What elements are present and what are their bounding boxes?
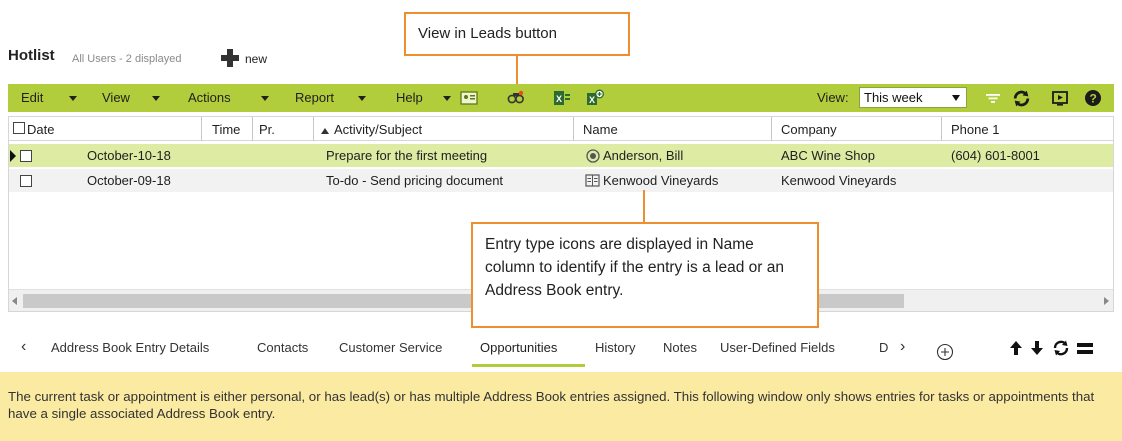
- arrow-down-icon[interactable]: [1029, 339, 1045, 357]
- menu-report[interactable]: Report: [295, 90, 334, 105]
- lead-icon: [586, 149, 600, 163]
- chevron-left-icon[interactable]: ‹: [21, 338, 26, 356]
- sort-ascending-icon: [321, 128, 329, 134]
- scroll-left-icon[interactable]: [12, 297, 17, 305]
- chevron-down-icon[interactable]: [443, 96, 451, 101]
- entry-type-callout: Entry type icons are displayed in Name c…: [471, 222, 819, 328]
- scroll-right-icon[interactable]: [1104, 297, 1109, 305]
- view-in-leads-callout: View in Leads button: [404, 12, 630, 56]
- column-phone-1[interactable]: Phone 1: [951, 117, 999, 141]
- tab-history[interactable]: History: [595, 340, 635, 355]
- view-label: View:: [817, 90, 849, 105]
- column-time[interactable]: Time: [212, 117, 240, 141]
- svg-text:X: X: [589, 95, 595, 105]
- column-separator[interactable]: [252, 117, 253, 141]
- column-company[interactable]: Company: [781, 117, 837, 141]
- cell-name: Kenwood Vineyards: [603, 173, 719, 188]
- column-separator[interactable]: [313, 117, 314, 141]
- chevron-down-icon: [952, 95, 960, 101]
- chevron-right-icon[interactable]: ›: [900, 338, 905, 356]
- cell-phone: (604) 601-8001: [951, 148, 1040, 163]
- info-message-panel: The current task or appointment is eithe…: [0, 372, 1122, 441]
- toolbar: Edit View Actions Report Help X X View: …: [8, 84, 1114, 112]
- menu-actions[interactable]: Actions: [188, 90, 231, 105]
- view-period-select[interactable]: This week: [859, 87, 967, 108]
- menu-view[interactable]: View: [102, 90, 130, 105]
- svg-text:?: ?: [1090, 92, 1097, 106]
- page-title: Hotlist: [8, 47, 55, 64]
- cell-subject: Prepare for the first meeting: [326, 148, 488, 163]
- menu-help[interactable]: Help: [396, 90, 423, 105]
- tab-notes[interactable]: Notes: [663, 340, 697, 355]
- tab-address-book-entry-details[interactable]: Address Book Entry Details: [51, 340, 209, 355]
- svg-text:X: X: [556, 94, 562, 104]
- cell-date: October-09-18: [87, 173, 171, 188]
- table-row[interactable]: October-10-18 Prepare for the first meet…: [9, 144, 1113, 167]
- table-row[interactable]: October-09-18 To-do - Send pricing docum…: [9, 169, 1113, 192]
- column-activity-subject[interactable]: Activity/Subject: [334, 117, 422, 141]
- current-row-indicator-icon: [10, 150, 16, 162]
- column-priority[interactable]: Pr.: [259, 117, 275, 141]
- view-in-leads-icon[interactable]: [507, 89, 525, 107]
- column-separator[interactable]: [771, 117, 772, 141]
- tab-user-defined-fields[interactable]: User-Defined Fields: [720, 340, 835, 355]
- play-icon[interactable]: [1051, 89, 1069, 107]
- column-separator[interactable]: [201, 117, 202, 141]
- refresh-icon[interactable]: [1011, 88, 1032, 109]
- column-separator[interactable]: [941, 117, 942, 141]
- chevron-down-icon[interactable]: [261, 96, 269, 101]
- excel-import-icon[interactable]: X: [586, 89, 604, 107]
- column-separator[interactable]: [573, 117, 574, 141]
- displayed-count: All Users - 2 displayed: [72, 53, 182, 65]
- detail-tab-bar: ‹ Address Book Entry Details Contacts Cu…: [8, 334, 1114, 368]
- layout-toggle-icon[interactable]: [1076, 340, 1096, 358]
- chevron-down-icon[interactable]: [152, 96, 160, 101]
- callout-leader-line: [643, 190, 645, 223]
- cell-name: Anderson, Bill: [603, 148, 684, 163]
- address-card-icon[interactable]: [460, 89, 478, 107]
- address-book-icon: [585, 174, 600, 187]
- plus-icon[interactable]: [221, 49, 239, 67]
- cell-company: Kenwood Vineyards: [781, 173, 897, 188]
- column-date[interactable]: Date: [27, 117, 54, 141]
- tab-contacts[interactable]: Contacts: [257, 340, 308, 355]
- add-tab-icon[interactable]: [936, 343, 954, 361]
- callout-text: Entry type icons are displayed in Name c…: [485, 236, 784, 299]
- tab-opportunities[interactable]: Opportunities: [480, 340, 557, 355]
- cell-subject: To-do - Send pricing document: [326, 173, 504, 188]
- tab-overflow[interactable]: D: [879, 340, 888, 355]
- new-button[interactable]: new: [245, 52, 267, 66]
- tab-customer-service[interactable]: Customer Service: [339, 340, 442, 355]
- menu-edit[interactable]: Edit: [21, 90, 43, 105]
- column-name[interactable]: Name: [583, 117, 618, 141]
- callout-text: View in Leads button: [418, 25, 557, 42]
- active-tab-indicator: [472, 364, 585, 367]
- help-icon[interactable]: ?: [1084, 89, 1102, 107]
- row-checkbox[interactable]: [20, 150, 32, 162]
- view-period-value: This week: [864, 90, 923, 105]
- select-all-checkbox[interactable]: [13, 122, 25, 134]
- filter-icon[interactable]: [984, 89, 1002, 107]
- chevron-down-icon[interactable]: [69, 96, 77, 101]
- cell-date: October-10-18: [87, 148, 171, 163]
- refresh-icon[interactable]: [1051, 338, 1071, 358]
- row-checkbox[interactable]: [20, 175, 32, 187]
- cell-company: ABC Wine Shop: [781, 148, 875, 163]
- excel-export-icon[interactable]: X: [553, 89, 571, 107]
- arrow-up-icon[interactable]: [1008, 339, 1024, 357]
- chevron-down-icon[interactable]: [358, 96, 366, 101]
- info-message-text: The current task or appointment is eithe…: [8, 389, 1095, 421]
- grid-header: Date Time Pr. Activity/Subject Name Comp…: [9, 117, 1113, 141]
